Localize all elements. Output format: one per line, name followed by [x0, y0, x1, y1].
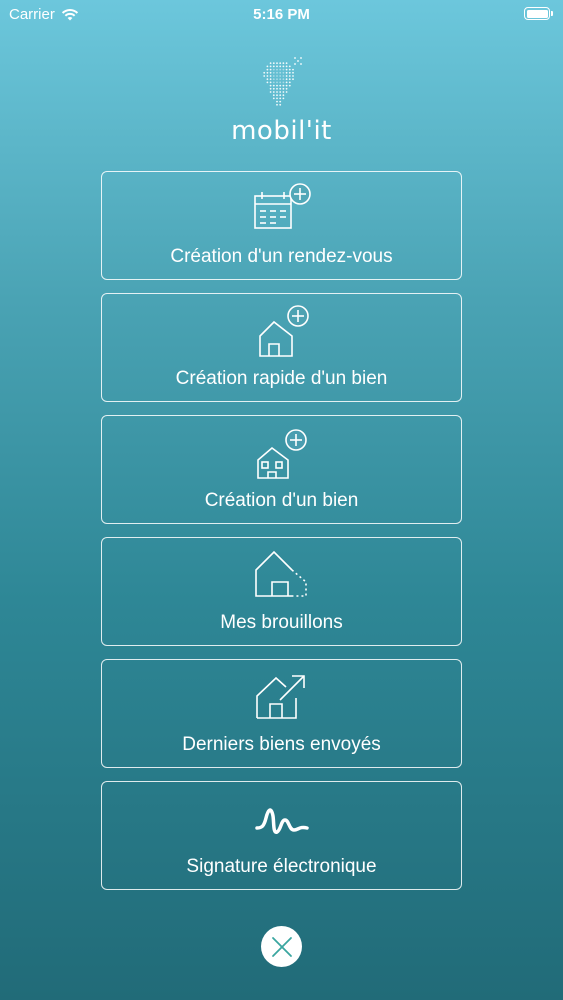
status-time: 5:16 PM — [253, 6, 310, 23]
app-logo: mobil'it — [0, 56, 563, 146]
house-dotted-icon — [254, 550, 307, 597]
house-plus-icon — [258, 305, 309, 357]
calendar-plus-icon — [253, 183, 311, 229]
drafts-label: Mes brouillons — [220, 612, 343, 633]
electronic-signature-button[interactable]: Signature électronique — [101, 781, 462, 890]
house-arrow-icon — [255, 675, 305, 719]
logo-text: mobil'it — [231, 116, 332, 146]
quick-create-property-label: Création rapide d'un bien — [175, 368, 388, 389]
create-property-label: Création d'un bien — [204, 490, 359, 511]
status-bar: Carrier 5:16 PM — [0, 0, 563, 30]
battery-icon — [524, 7, 553, 20]
logo-pin-icon — [262, 57, 302, 106]
electronic-signature-label: Signature électronique — [186, 856, 377, 877]
recently-sent-button[interactable]: Derniers biens envoyés — [101, 659, 462, 768]
create-appointment-button[interactable]: Création d'un rendez-vous — [101, 171, 462, 280]
quick-create-property-button[interactable]: Création rapide d'un bien — [101, 293, 462, 402]
drafts-button[interactable]: Mes brouillons — [101, 537, 462, 646]
close-icon — [271, 936, 292, 957]
create-appointment-label: Création d'un rendez-vous — [170, 246, 393, 267]
create-property-button[interactable]: Création d'un bien — [101, 415, 462, 524]
main-menu: Création d'un rendez-vous Création rapid… — [101, 171, 462, 903]
close-button[interactable] — [261, 926, 302, 967]
recently-sent-label: Derniers biens envoyés — [182, 734, 381, 755]
signature-icon — [254, 808, 309, 834]
house-windows-plus-icon — [256, 429, 307, 479]
